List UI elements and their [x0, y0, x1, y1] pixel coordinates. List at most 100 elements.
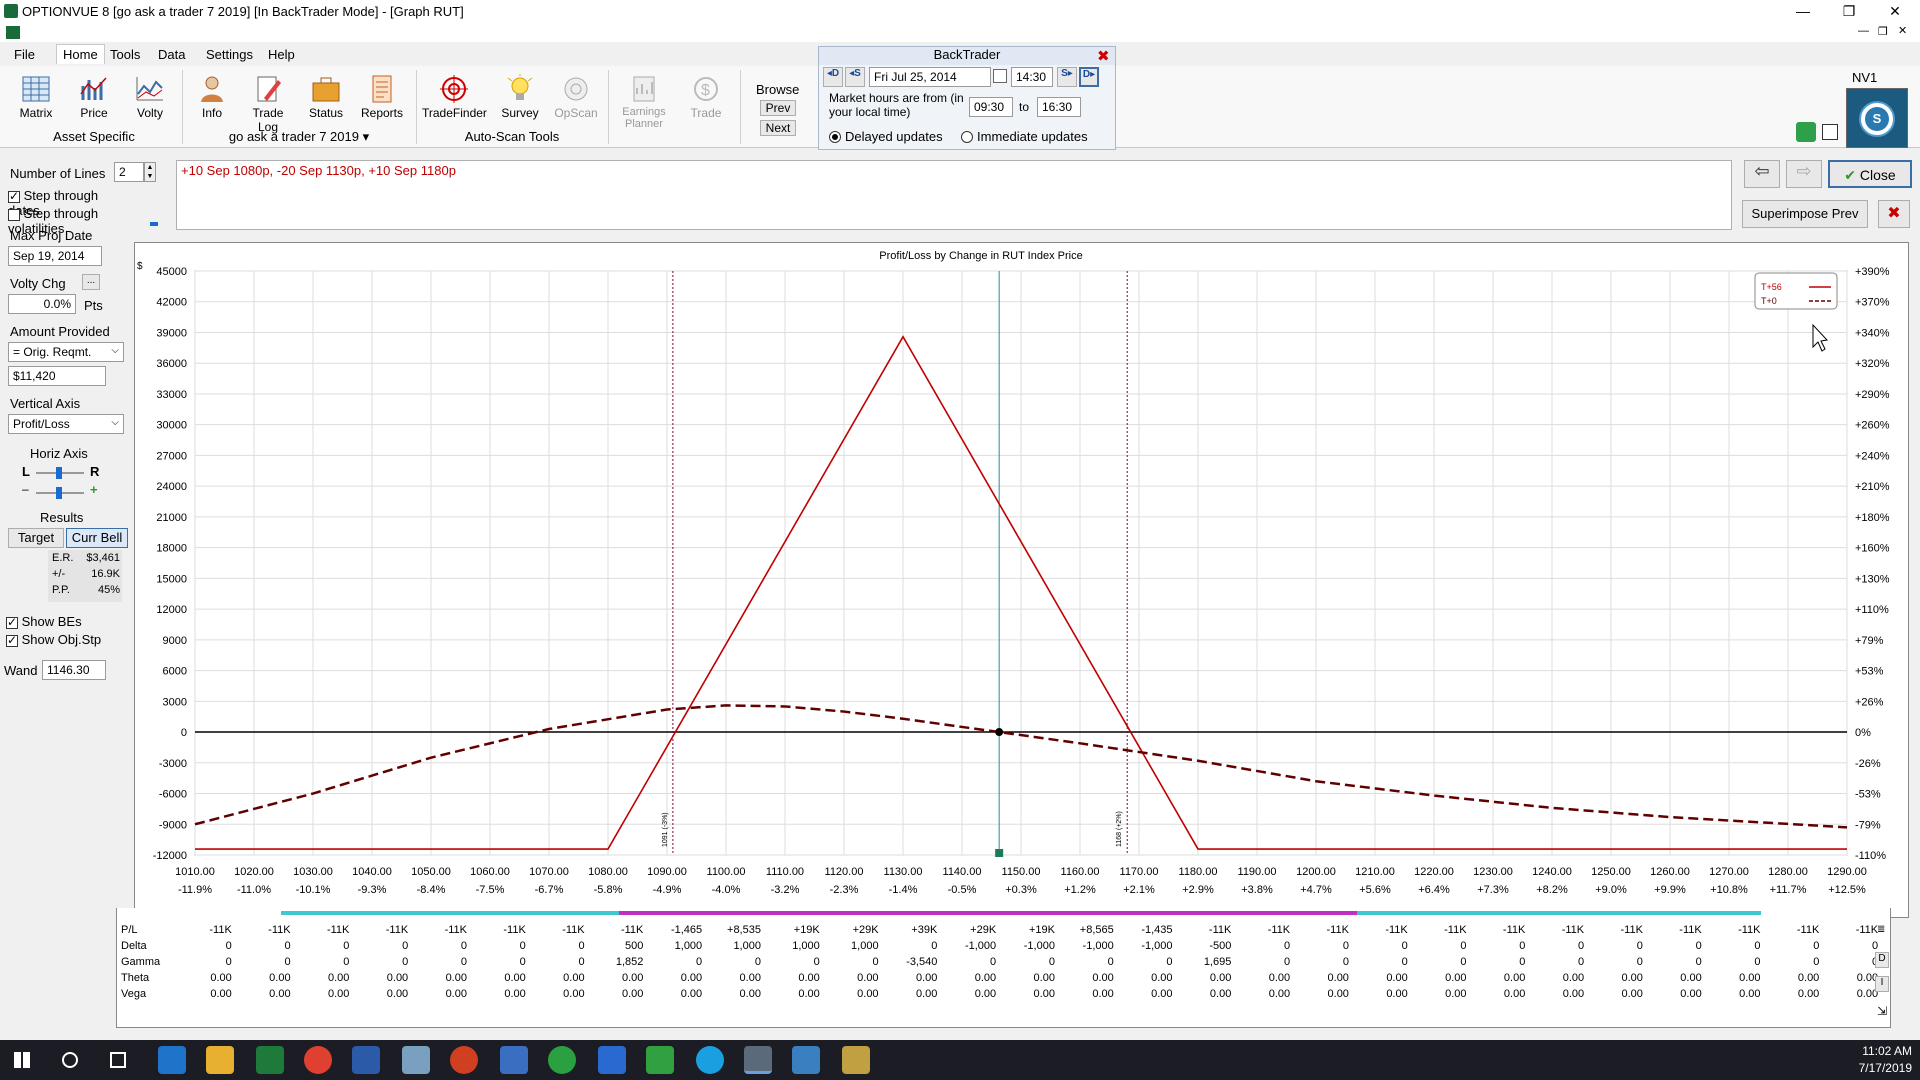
app-icon-notes[interactable]: [402, 1046, 430, 1074]
market-close-input[interactable]: 16:30: [1037, 97, 1081, 117]
folder-icon[interactable]: [206, 1046, 234, 1074]
back-arrow-button[interactable]: ⇦: [1744, 160, 1780, 188]
table-cell: -1,000: [1141, 940, 1173, 952]
menu-settings[interactable]: Settings: [206, 47, 253, 62]
export-icon[interactable]: ⇲: [1877, 1004, 1887, 1018]
calendar-icon[interactable]: [993, 69, 1007, 83]
tradefinder-button[interactable]: TradeFinder: [422, 70, 487, 128]
forward-arrow-button[interactable]: ⇨: [1786, 160, 1822, 188]
x-tick-label: 1140.00: [943, 866, 982, 878]
left-panel: Number of Lines 2 ▲▼ Step through dates …: [0, 160, 156, 680]
table-cell: 0: [225, 940, 232, 952]
row-label: Delta: [121, 940, 147, 952]
opscan-button[interactable]: OpScan: [550, 70, 602, 128]
back-day-icon[interactable]: ◂D: [823, 67, 843, 87]
wand-input[interactable]: 1146.30: [42, 660, 106, 680]
show-bes-row: Show BEs: [6, 614, 82, 629]
table-cell: 0.00: [1033, 988, 1055, 1000]
step-dates-checkbox[interactable]: [8, 189, 20, 203]
edge-icon[interactable]: [158, 1046, 186, 1074]
close-button[interactable]: ✔ Close: [1828, 160, 1912, 188]
next-button[interactable]: Next: [760, 120, 796, 136]
volty-chg-input[interactable]: 0.0%: [8, 294, 76, 314]
status-button[interactable]: Status: [300, 70, 352, 128]
powerpoint-icon[interactable]: [450, 1046, 478, 1074]
menu-help[interactable]: Help: [268, 47, 295, 62]
date-input[interactable]: Fri Jul 25, 2014: [869, 67, 991, 87]
info-button[interactable]: Info: [186, 70, 238, 128]
max-proj-input[interactable]: Sep 19, 2014: [8, 246, 102, 266]
mdi-minimize-icon[interactable]: —: [1858, 25, 1869, 37]
immediate-radio[interactable]: [961, 131, 973, 143]
back-step-icon[interactable]: ◂S: [845, 67, 865, 87]
step-vols-checkbox[interactable]: [8, 208, 20, 221]
menu-file[interactable]: File: [14, 47, 35, 62]
volty-more-button[interactable]: ...: [82, 274, 100, 290]
backtrader-close-icon[interactable]: ✖: [1097, 47, 1110, 65]
price-button[interactable]: Price: [68, 70, 120, 128]
portfolio-dropdown[interactable]: go ask a trader 7 2019 ▾: [186, 129, 412, 145]
survey-button[interactable]: Survey: [494, 70, 546, 128]
reports-button[interactable]: Reports: [356, 70, 408, 128]
prev-button[interactable]: Prev: [760, 100, 796, 116]
d-button[interactable]: D: [1875, 952, 1889, 968]
splitter-handle[interactable]: [150, 222, 158, 226]
task-view-icon[interactable]: [110, 1052, 126, 1068]
haxis-lr-slider[interactable]: [36, 467, 84, 479]
show-obj-checkbox[interactable]: [6, 633, 18, 647]
earnings-planner-button[interactable]: Earnings Planner: [614, 70, 674, 142]
fwd-day-icon[interactable]: D▸: [1079, 67, 1099, 87]
amount-select[interactable]: = Orig. Reqmt. ⌵: [8, 342, 124, 362]
vaxis-select[interactable]: Profit/Loss ⌵: [8, 414, 124, 434]
superimpose-button[interactable]: Superimpose Prev: [1742, 200, 1868, 228]
todo-icon[interactable]: [598, 1046, 626, 1074]
remove-button[interactable]: ✖: [1878, 200, 1910, 228]
chrome-icon[interactable]: [304, 1046, 332, 1074]
tab-curr-bell[interactable]: Curr Bell: [66, 528, 128, 548]
skype-icon[interactable]: [696, 1046, 724, 1074]
menu-data[interactable]: Data: [158, 47, 185, 62]
close-label: Close: [1859, 167, 1896, 183]
time-input[interactable]: 14:30: [1011, 67, 1053, 87]
optionvue-taskbar-icon[interactable]: [744, 1046, 772, 1074]
trade-button[interactable]: $ Trade: [680, 70, 732, 128]
menu-home[interactable]: Home: [56, 44, 105, 64]
mdi-restore-icon[interactable]: ❐: [1878, 25, 1888, 38]
excel-icon[interactable]: [256, 1046, 284, 1074]
print-icon[interactable]: [1822, 124, 1838, 140]
refresh-icon[interactable]: [1796, 122, 1816, 142]
maximize-icon[interactable]: ❐: [1826, 0, 1872, 24]
matrix-button[interactable]: Matrix: [10, 70, 62, 128]
search-icon[interactable]: [62, 1052, 78, 1068]
lines-input[interactable]: 2: [114, 162, 144, 182]
lines-spinner[interactable]: ▲ ▼: [144, 162, 156, 182]
pl-chart[interactable]: Profit/Loss by Change in RUT Index Price…: [135, 243, 1910, 919]
word-icon[interactable]: [352, 1046, 380, 1074]
trade-log-button[interactable]: Trade Log: [242, 70, 294, 134]
app-icon-tool[interactable]: [842, 1046, 870, 1074]
amount-input[interactable]: $11,420: [8, 366, 106, 386]
x-tick-pct-label: +12.5%: [1828, 884, 1866, 896]
table-icon-top[interactable]: ≣: [1877, 924, 1885, 935]
store-icon[interactable]: [500, 1046, 528, 1074]
app-icon-green[interactable]: [548, 1046, 576, 1074]
menu-tools[interactable]: Tools: [110, 47, 140, 62]
fwd-step-icon[interactable]: S▸: [1057, 67, 1077, 87]
backtrader-title: BackTrader: [819, 47, 1115, 65]
minimize-icon[interactable]: —: [1780, 0, 1826, 24]
windows-start-icon[interactable]: [14, 1052, 30, 1068]
close-icon[interactable]: ✕: [1872, 0, 1918, 24]
i-button[interactable]: I: [1875, 976, 1889, 992]
market-open-input[interactable]: 09:30: [969, 97, 1013, 117]
app-icon-chart[interactable]: [646, 1046, 674, 1074]
tab-target[interactable]: Target: [8, 528, 64, 548]
show-bes-checkbox[interactable]: [6, 615, 18, 629]
mdi-close-icon[interactable]: ✕: [1898, 24, 1907, 37]
table-cell: 0: [696, 956, 703, 968]
haxis-zoom-slider[interactable]: [36, 487, 84, 499]
volty-button[interactable]: Volty: [124, 70, 176, 128]
snowflake-icon[interactable]: [792, 1046, 820, 1074]
delayed-radio[interactable]: [829, 131, 841, 143]
nv-label: NV1: [1852, 70, 1878, 85]
position-text[interactable]: +10 Sep 1080p, -20 Sep 1130p, +10 Sep 11…: [176, 160, 1732, 230]
